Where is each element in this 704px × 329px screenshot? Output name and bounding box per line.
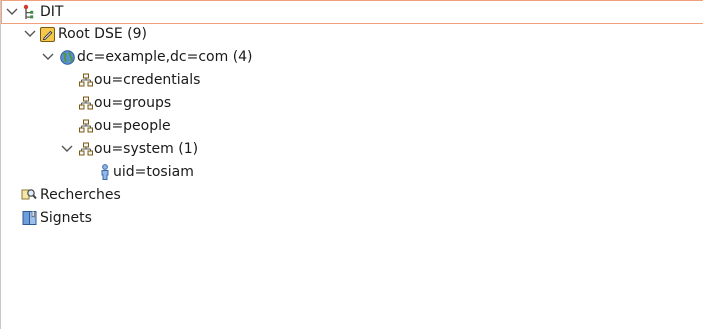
tree-node-dc-example[interactable]: dc=example,dc=com (4): [1, 46, 703, 68]
tree-node-recherches[interactable]: Recherches: [1, 184, 703, 206]
dit-icon: [20, 4, 36, 20]
tree-node-dit[interactable]: DIT: [1, 0, 703, 24]
org-unit-icon: [78, 95, 94, 111]
globe-icon: [59, 49, 75, 65]
tree-node-label: DIT: [40, 4, 64, 20]
root-dse-icon: [39, 26, 55, 42]
org-unit-icon: [78, 72, 94, 88]
org-unit-icon: [78, 118, 94, 134]
tree-node-ou-system[interactable]: ou=system (1): [1, 138, 703, 160]
tree-node-label: Recherches: [40, 187, 121, 203]
person-icon: [97, 164, 113, 180]
tree-node-ou-people[interactable]: ou=people: [1, 115, 703, 137]
chevron-down-icon[interactable]: [23, 23, 37, 45]
bookmarks-icon: [22, 210, 38, 226]
tree-node-label: ou=credentials: [94, 72, 201, 88]
chevron-down-icon[interactable]: [60, 138, 74, 160]
tree-node-ou-groups[interactable]: ou=groups: [1, 92, 703, 114]
tree-node-root-dse[interactable]: Root DSE (9): [1, 23, 703, 45]
tree-node-label: ou=system (1): [94, 141, 199, 157]
tree-node-uid-tosiam[interactable]: uid=tosiam: [1, 161, 703, 183]
tree-node-label: uid=tosiam: [113, 164, 194, 180]
searches-icon: [21, 187, 37, 203]
tree-node-label: dc=example,dc=com (4): [77, 49, 253, 65]
chevron-down-icon[interactable]: [5, 1, 19, 23]
tree-node-label: Root DSE (9): [58, 26, 147, 42]
org-unit-icon: [78, 141, 94, 157]
tree-node-signets[interactable]: Signets: [1, 207, 703, 229]
tree-node-label: ou=groups: [94, 95, 172, 111]
ldap-browser-tree[interactable]: DIT Root DSE (9) dc=example,dc=com (4) o…: [0, 0, 704, 329]
tree-node-ou-credentials[interactable]: ou=credentials: [1, 69, 703, 91]
tree-node-label: ou=people: [94, 118, 171, 134]
tree-node-label: Signets: [40, 210, 92, 226]
chevron-down-icon[interactable]: [41, 46, 55, 68]
